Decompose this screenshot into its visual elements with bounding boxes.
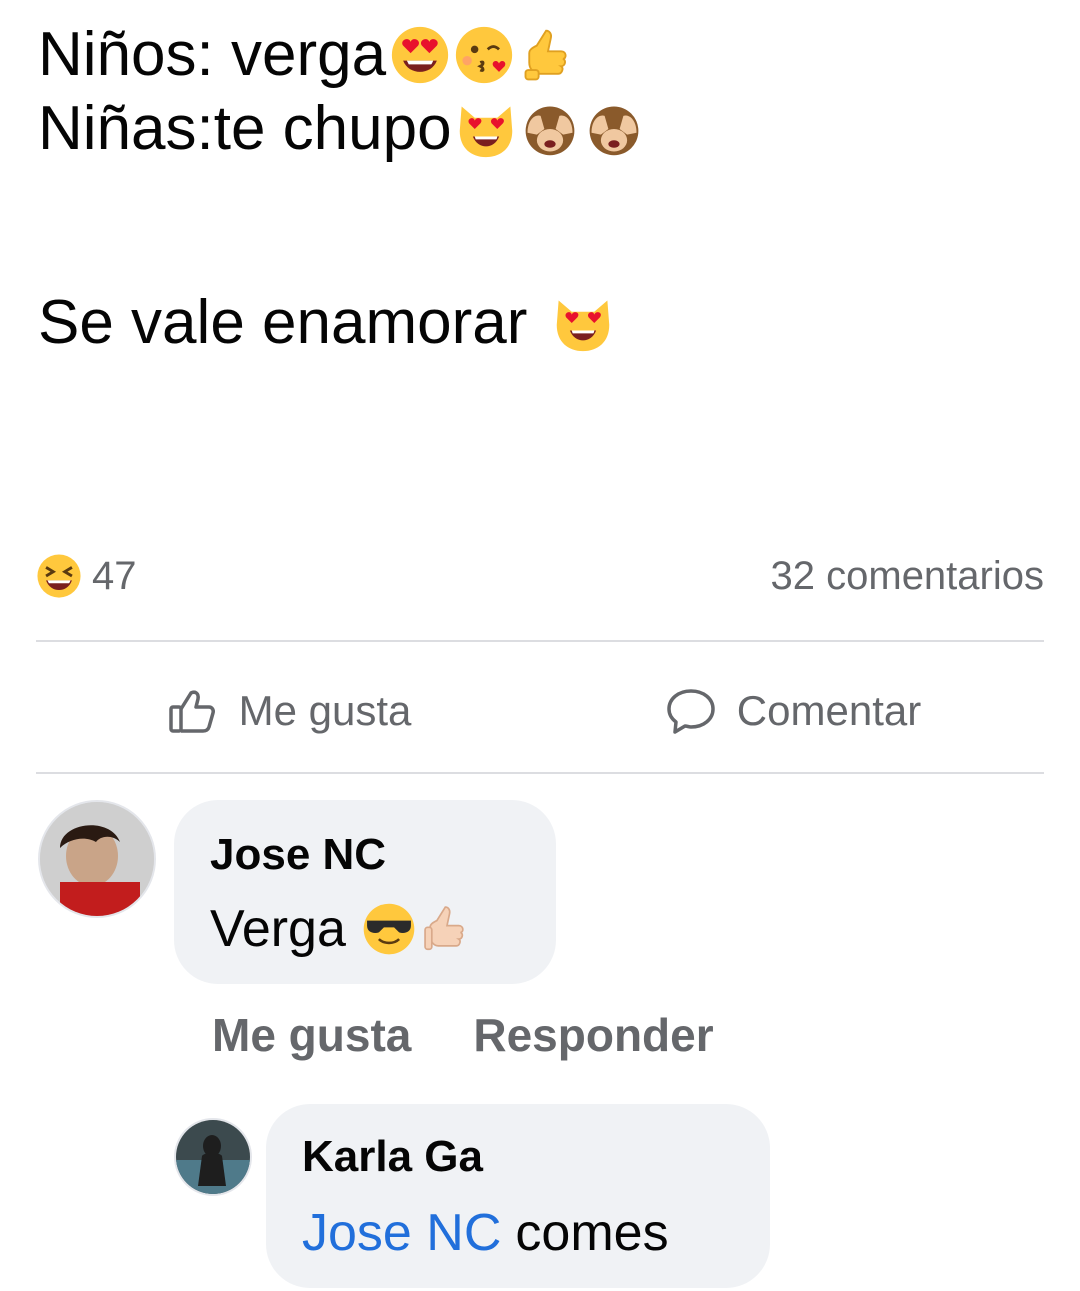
heart-eyes-cat-icon [456,99,516,159]
comment-like-button[interactable]: Me gusta [212,1008,411,1062]
thumbs-up-outline-icon [165,683,221,739]
comment-text-body: comes [515,1204,669,1262]
comment-text: Jose NC comes [302,1202,669,1264]
reaction-count: 47 [92,553,137,598]
post-line-3: Se vale enamorar [38,286,1048,360]
reactions-summary[interactable]: 47 [36,553,137,599]
see-no-evil-monkey-icon [520,99,580,159]
laughing-face-icon [36,553,82,599]
comment-author[interactable]: Karla Ga [302,1132,483,1182]
comment-label: Comentar [736,687,922,734]
comment-reply-button[interactable]: Responder [473,1008,713,1062]
avatar[interactable] [38,800,156,918]
post-stats: 47 32 comentarios [36,548,1044,604]
like-button[interactable]: Me gusta [36,683,540,739]
mention-link[interactable]: Jose NC [302,1203,501,1263]
comment-bubble[interactable]: Karla Ga Jose NC comes [266,1104,770,1288]
heart-eyes-cat-icon [553,293,613,353]
comment-button[interactable]: Comentar [540,683,1044,739]
comment-bubble[interactable]: Jose NC Verga [174,800,556,984]
post-line-text: Niñas:te chupo [38,94,452,163]
post-line-1: Niños: verga [38,18,1048,92]
comment-text-body: Verga [210,900,346,958]
heart-eyes-face-icon [390,25,450,85]
sunglasses-face-icon [362,902,416,956]
post-actions: Me gusta Comentar [36,656,1044,766]
post-line-2: Niñas:te chupo [38,92,1048,166]
comment-actions: Me gusta Responder [212,1008,714,1062]
divider [36,772,1044,774]
thumbs-up-icon [420,902,474,956]
speech-bubble-icon [663,683,719,739]
post-line-text: Niños: verga [38,20,387,89]
avatar[interactable] [174,1118,252,1196]
comments-count[interactable]: 32 comentarios [771,554,1044,599]
see-no-evil-monkey-icon [584,99,644,159]
post-line-text: Se vale enamorar [38,288,528,357]
comment-author[interactable]: Jose NC [210,830,386,880]
divider [36,640,1044,642]
kiss-face-icon [454,25,514,85]
post-body: Niños: verga Niñas:te chupo Se vale enam… [38,18,1048,360]
call-me-hand-icon [518,25,578,85]
comment-text: Verga [210,898,474,960]
like-label: Me gusta [238,687,412,734]
